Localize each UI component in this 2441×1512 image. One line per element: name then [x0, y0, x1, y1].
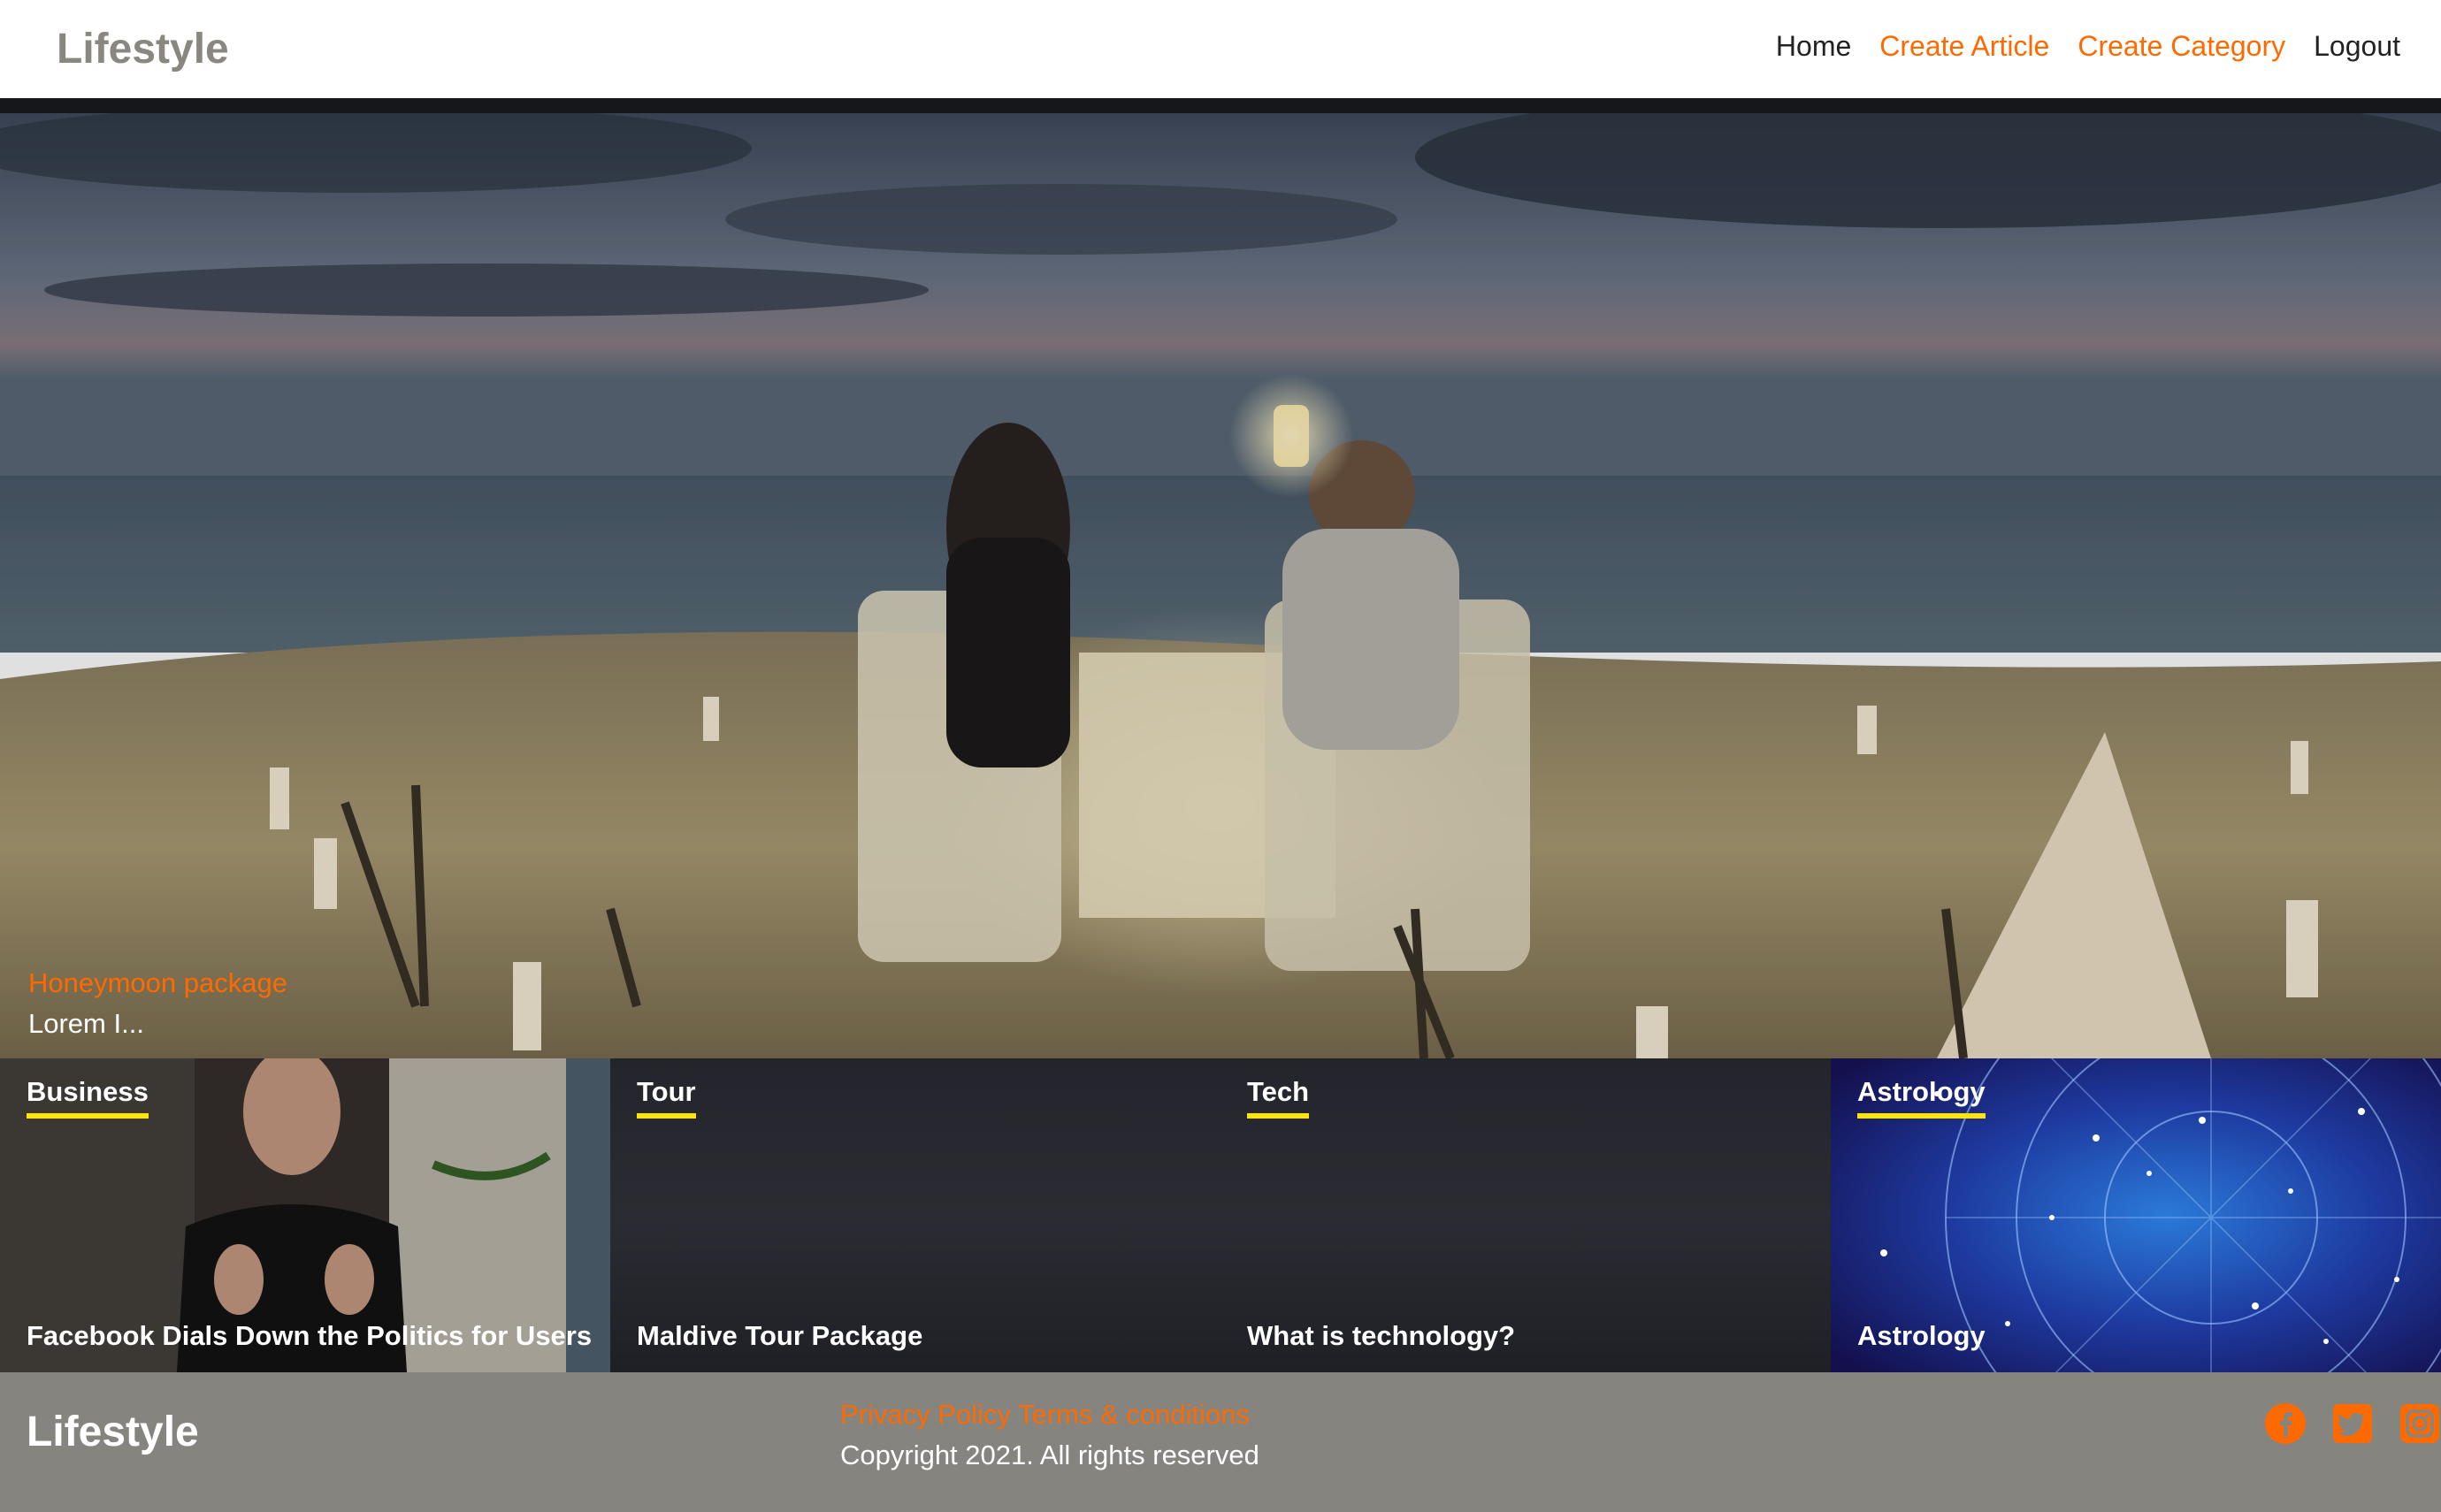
- nav-create-category-link[interactable]: Create Category: [2078, 30, 2285, 63]
- hero-banner[interactable]: Honeymoon package Lorem I...: [0, 113, 2441, 1058]
- main-nav: Home Create Article Create Category Logo…: [1776, 30, 2400, 63]
- category-strip: Business Facebook Dials Down the Politic…: [0, 1058, 2441, 1372]
- category-card-business[interactable]: Business Facebook Dials Down the Politic…: [0, 1058, 610, 1372]
- instagram-icon[interactable]: [2399, 1402, 2441, 1445]
- top-navbar: Lifestyle Home Create Article Create Cat…: [0, 0, 2441, 98]
- category-label-astrology[interactable]: Astrology: [1857, 1076, 1986, 1119]
- copyright-text: Copyright 2021. All rights reserved: [840, 1439, 1259, 1470]
- category-article-title[interactable]: Maldive Tour Package: [637, 1320, 922, 1352]
- hero-image: [0, 113, 2441, 1058]
- hero-article-excerpt: Lorem I...: [28, 1008, 144, 1039]
- hero-article-title[interactable]: Honeymoon package: [28, 967, 287, 999]
- twitter-icon[interactable]: [2331, 1402, 2374, 1445]
- brand-logo[interactable]: Lifestyle: [57, 25, 229, 73]
- footer-links: Privacy Policy Terms & conditions: [840, 1399, 1250, 1431]
- category-card-tour[interactable]: Tour Maldive Tour Package: [610, 1058, 1220, 1372]
- nav-home-link[interactable]: Home: [1776, 30, 1851, 63]
- category-card-astrology[interactable]: Astrology Astrology: [1831, 1058, 2441, 1372]
- hero-caption: Honeymoon package Lorem I...: [28, 967, 287, 1040]
- category-label-tech[interactable]: Tech: [1247, 1076, 1310, 1119]
- terms-link[interactable]: Terms & conditions: [1018, 1399, 1250, 1430]
- category-label-tour[interactable]: Tour: [637, 1076, 696, 1119]
- footer-brand: Lifestyle: [27, 1409, 199, 1455]
- social-links: [2264, 1402, 2441, 1445]
- nav-create-article-link[interactable]: Create Article: [1879, 30, 2049, 63]
- category-article-title[interactable]: What is technology?: [1247, 1320, 1515, 1352]
- nav-logout-link[interactable]: Logout: [2314, 30, 2400, 63]
- header-divider-bar: [0, 98, 2441, 113]
- privacy-policy-link[interactable]: Privacy Policy: [840, 1399, 1011, 1430]
- category-label-business[interactable]: Business: [27, 1076, 149, 1119]
- facebook-icon[interactable]: [2264, 1402, 2307, 1445]
- category-card-tech[interactable]: Tech What is technology?: [1220, 1058, 1831, 1372]
- site-footer: Lifestyle Privacy Policy Terms & conditi…: [0, 1372, 2441, 1512]
- category-article-title[interactable]: Astrology: [1857, 1320, 1986, 1352]
- category-article-title[interactable]: Facebook Dials Down the Politics for Use…: [27, 1320, 592, 1352]
